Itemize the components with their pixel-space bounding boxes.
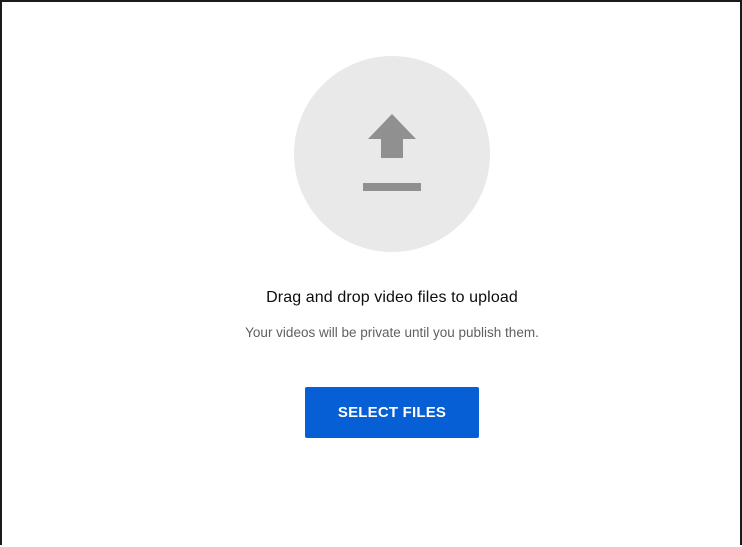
upload-arrow-icon xyxy=(363,114,421,191)
upload-dialog-frame: Drag and drop video files to upload Your… xyxy=(0,0,742,545)
upload-icon-circle[interactable] xyxy=(294,56,490,252)
select-files-button[interactable]: SELECT FILES xyxy=(305,387,479,438)
upload-drop-zone[interactable]: Drag and drop video files to upload Your… xyxy=(2,2,742,547)
upload-title: Drag and drop video files to upload xyxy=(266,289,518,306)
upload-subtitle: Your videos will be private until you pu… xyxy=(245,325,539,340)
